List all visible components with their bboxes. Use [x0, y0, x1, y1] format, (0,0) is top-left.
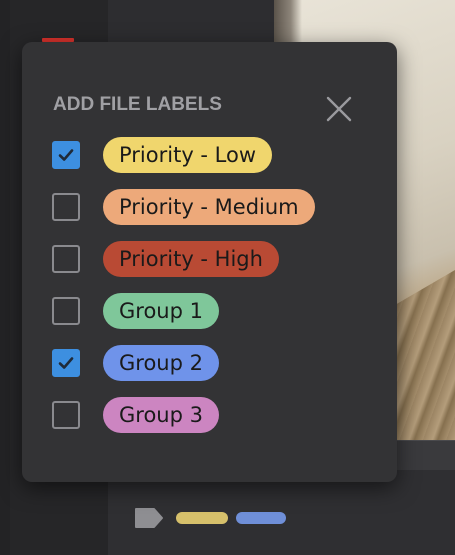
label-pill: Priority - Medium — [103, 189, 315, 225]
label-pill: Priority - High — [103, 241, 279, 277]
label-pill: Group 2 — [103, 345, 219, 381]
checkmark-icon — [58, 149, 74, 161]
dialog-title: ADD FILE LABELS — [53, 94, 222, 115]
tag-icon[interactable] — [134, 507, 164, 529]
checkbox-checked[interactable] — [52, 349, 80, 377]
label-pill: Group 1 — [103, 293, 219, 329]
close-icon — [326, 96, 352, 122]
checkbox-unchecked[interactable] — [52, 245, 80, 273]
applied-label-chip[interactable] — [176, 512, 228, 524]
checkbox-unchecked[interactable] — [52, 401, 80, 429]
add-file-labels-dialog: ADD FILE LABELS Priority - Low Priority -… — [22, 42, 397, 482]
checkbox-unchecked[interactable] — [52, 193, 80, 221]
label-option-row[interactable]: Priority - Medium — [52, 189, 372, 225]
applied-label-chip[interactable] — [236, 512, 286, 524]
checkbox-checked[interactable] — [52, 141, 80, 169]
label-option-row[interactable]: Group 3 — [52, 397, 372, 433]
app-window: ADD FILE LABELS Priority - Low Priority -… — [0, 0, 455, 555]
label-option-row[interactable]: Group 1 — [52, 293, 372, 329]
close-button[interactable] — [322, 92, 356, 126]
label-option-row[interactable]: Priority - Low — [52, 137, 372, 173]
label-pill: Group 3 — [103, 397, 219, 433]
label-pill: Priority - Low — [103, 137, 273, 173]
checkmark-icon — [58, 357, 74, 369]
checkbox-unchecked[interactable] — [52, 297, 80, 325]
label-option-row[interactable]: Group 2 — [52, 345, 372, 381]
label-option-row[interactable]: Priority - High — [52, 241, 372, 277]
